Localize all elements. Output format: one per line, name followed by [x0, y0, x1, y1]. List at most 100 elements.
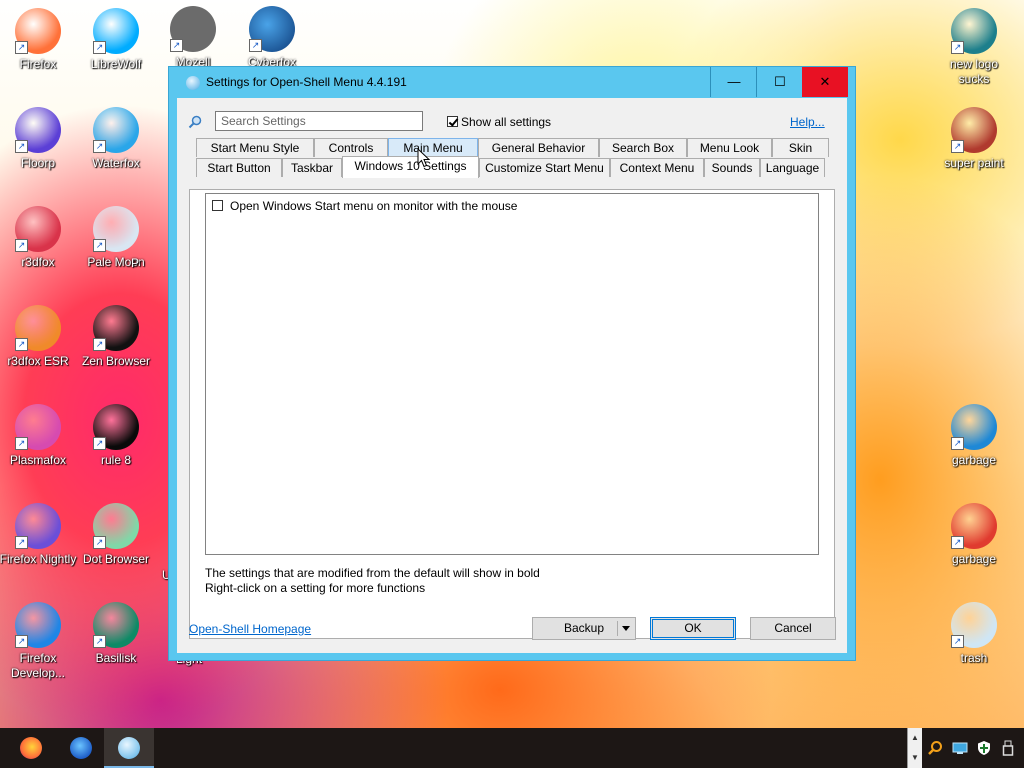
desktop-icon-left-12[interactable]: ↗ Firefox Develop... [0, 602, 78, 681]
desktop-icon-left-8[interactable]: ↗ Plasmafox [0, 404, 78, 468]
desktop-icon-mozell[interactable]: ↗ Mozell [153, 6, 233, 70]
network-icon[interactable] [952, 740, 968, 756]
option-open-start-on-mouse-monitor[interactable]: Open Windows Start menu on monitor with … [212, 198, 517, 213]
shortcut-arrow-icon: ↗ [93, 239, 106, 252]
search-input[interactable]: Search Settings [215, 111, 423, 131]
desktop-icon-left-1[interactable]: ↗ LibreWolf [76, 8, 156, 72]
info-text-right-click: Right-click on a setting for more functi… [205, 581, 426, 595]
dropdown-arrow-icon[interactable] [622, 626, 630, 631]
desktop-icon-right-1[interactable]: ↗ super paint [934, 107, 1014, 171]
checkbox-unchecked[interactable] [212, 200, 223, 212]
tab-menu-look[interactable]: Menu Look [687, 138, 772, 157]
tab-general-behavior[interactable]: General Behavior [478, 138, 599, 157]
checkbox-checked[interactable] [447, 116, 458, 128]
info-text-bold: The settings that are modified from the … [205, 566, 540, 580]
librewolf-icon: ↗ [93, 8, 139, 54]
shortcut-arrow-icon: ↗ [951, 635, 964, 648]
desktop-icon-right-3[interactable]: ↗ garbage [934, 503, 1014, 567]
r3dfox-esr-icon: ↗ [15, 305, 61, 351]
tab-start-button[interactable]: Start Button [196, 158, 282, 177]
tab-controls[interactable]: Controls [314, 138, 388, 157]
backup-button[interactable]: Backup [532, 617, 636, 640]
tab-search-box[interactable]: Search Box [599, 138, 687, 157]
shortcut-arrow-icon: ↗ [15, 140, 28, 153]
taskbar-pale-moon[interactable] [104, 728, 154, 768]
window-title: Settings for Open-Shell Menu 4.4.191 [206, 75, 407, 89]
tab-main-menu[interactable]: Main Menu [388, 138, 478, 157]
tab-start-menu-style[interactable]: Start Menu Style [196, 138, 314, 157]
shortcut-arrow-icon: ↗ [93, 437, 106, 450]
tab-panel-windows-10-settings: Open Windows Start menu on monitor with … [189, 189, 835, 639]
mouse-cursor-icon [417, 148, 431, 168]
desktop-icon-right-0[interactable]: ↗ new logo sucks [934, 8, 1014, 87]
desktop-icon-left-0[interactable]: ↗ Firefox [0, 8, 78, 72]
tab-windows-10-settings[interactable]: Windows 10 Settings [342, 156, 479, 178]
desktop-icon-left-2[interactable]: ↗ Floorp [0, 107, 78, 171]
shortcut-arrow-icon: ↗ [93, 635, 106, 648]
desktop-icon-left-10[interactable]: ↗ Firefox Nightly [0, 503, 78, 567]
homepage-link[interactable]: Open-Shell Homepage [189, 622, 311, 636]
dialog-client-area: Search Settings Show all settings Help..… [177, 98, 847, 653]
desktop-icon-right-2[interactable]: ↗ garbage [934, 404, 1014, 468]
rule-8-icon: ↗ [93, 404, 139, 450]
desktop-icon-label: Dot Browser [82, 552, 150, 566]
firefox-nightly-icon: ↗ [15, 503, 61, 549]
desktop-icon-right-4[interactable]: ↗ trash [934, 602, 1014, 666]
shortcut-arrow-icon: ↗ [951, 536, 964, 549]
desktop-icon-partial-1[interactable]: P [131, 256, 171, 271]
desktop-icon-label: Firefox Nightly [0, 552, 77, 566]
desktop-icon-cyberfox[interactable]: ↗ Cyberfox [232, 6, 312, 70]
edge-icon: ↗ [951, 404, 997, 450]
desktop-icon-left-7[interactable]: ↗ Zen Browser [76, 305, 156, 369]
waterfox-icon: ↗ [93, 107, 139, 153]
desktop-icon-left-4[interactable]: ↗ r3dfox [0, 206, 78, 270]
maximize-button[interactable]: ☐ [756, 67, 803, 97]
shortcut-arrow-icon: ↗ [93, 140, 106, 153]
usb-icon[interactable] [1000, 740, 1016, 756]
taskbar-waterfox[interactable] [56, 728, 106, 768]
shortcut-arrow-icon: ↗ [93, 338, 106, 351]
show-all-settings-checkbox[interactable]: Show all settings [447, 114, 551, 129]
cancel-button[interactable]: Cancel [750, 617, 836, 640]
dropdown-separator [617, 621, 618, 636]
help-link[interactable]: Help... [790, 115, 825, 129]
tab-skin[interactable]: Skin [772, 138, 829, 157]
close-button[interactable]: ✕ [802, 67, 848, 97]
r3dfox-icon: ↗ [15, 206, 61, 252]
desktop-icon-left-13[interactable]: ↗ Basilisk [76, 602, 156, 666]
desktop-icon-label: r3dfox [21, 255, 55, 269]
desktop-icon-label: Firefox [19, 57, 57, 71]
desktop-icon-left-3[interactable]: ↗ Waterfox [76, 107, 156, 171]
tab-sounds[interactable]: Sounds [704, 158, 760, 177]
taskbar-firefox[interactable] [6, 728, 56, 768]
shortcut-arrow-icon: ↗ [15, 635, 28, 648]
title-bar[interactable]: Settings for Open-Shell Menu 4.4.191 — ☐… [169, 67, 855, 98]
plasmafox-icon: ↗ [15, 404, 61, 450]
firefox-icon: ↗ [15, 8, 61, 54]
desktop-icon-left-9[interactable]: ↗ rule 8 [76, 404, 156, 468]
shortcut-arrow-icon: ↗ [15, 338, 28, 351]
desktop-icon-left-6[interactable]: ↗ r3dfox ESR [0, 305, 78, 369]
tab-customize-start-menu[interactable]: Customize Start Menu [479, 158, 610, 177]
ok-button[interactable]: OK [650, 617, 736, 640]
tab-context-menu[interactable]: Context Menu [610, 158, 704, 177]
desktop-icon-label: Plasmafox [9, 453, 67, 467]
tray-scroll[interactable]: ▲ ▼ [907, 728, 922, 768]
settings-list[interactable]: Open Windows Start menu on monitor with … [205, 193, 819, 555]
tab-language[interactable]: Language [760, 158, 825, 177]
shortcut-arrow-icon: ↗ [15, 239, 28, 252]
cyberfox-icon: ↗ [249, 6, 295, 52]
desktop-icon-label: garbage [951, 453, 997, 467]
minimize-button[interactable]: — [710, 67, 757, 97]
desktop-icon-label: super paint [944, 156, 1004, 170]
desktop-icon-left-11[interactable]: ↗ Dot Browser [76, 503, 156, 567]
desktop-icon-label: r3dfox ESR [7, 354, 69, 368]
shield-icon[interactable] [976, 740, 992, 756]
tab-taskbar[interactable]: Taskbar [282, 158, 342, 177]
shortcut-arrow-icon: ↗ [951, 41, 964, 54]
open-shell-icon [186, 76, 200, 90]
desktop-icon-label: Firefox Develop... [10, 651, 66, 680]
chrome-icon: ↗ [951, 503, 997, 549]
search-icon[interactable] [927, 740, 943, 756]
desktop-icon-label: Waterfox [92, 156, 140, 170]
